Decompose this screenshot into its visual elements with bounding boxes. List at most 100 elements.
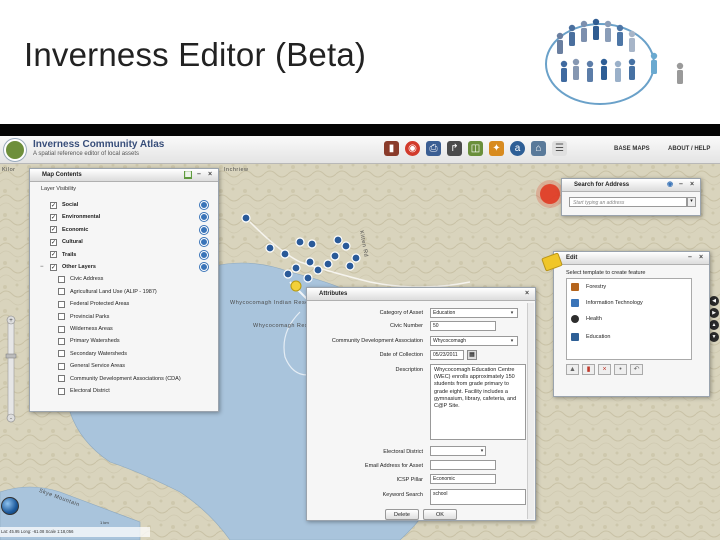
minimize-icon[interactable]: – (677, 181, 685, 189)
layer-legend-icon[interactable] (200, 201, 208, 209)
layer-row[interactable]: ✓ Environmental (50, 212, 100, 222)
layer-row[interactable]: Secondary Watersheds (58, 349, 127, 359)
pan-up-icon[interactable]: ▲ (709, 320, 719, 330)
description-field[interactable]: Whycocomagh Education Centre (WEC) enrol… (430, 364, 526, 440)
layer-checkbox[interactable] (58, 325, 65, 333)
undo-icon[interactable]: ↶ (630, 364, 643, 375)
layer-checkbox[interactable]: ✓ (50, 213, 57, 221)
layer-row[interactable]: − ✓ Other Layers (40, 262, 96, 272)
identify-icon[interactable]: ✦ (489, 141, 504, 156)
ok-button[interactable]: OK (423, 509, 457, 520)
layer-row[interactable]: Provincial Parks (58, 312, 109, 322)
template-item[interactable]: Forestry (571, 283, 606, 291)
map-marker-icon[interactable] (295, 237, 305, 247)
chevron-down-icon[interactable]: ▾ (508, 337, 516, 345)
layer-checkbox[interactable] (58, 350, 65, 358)
collapse-icon[interactable]: − (40, 264, 44, 270)
chevron-down-icon[interactable]: ▾ (508, 309, 516, 317)
template-item[interactable]: Health (571, 315, 602, 323)
target-icon[interactable]: ◉ (405, 141, 420, 156)
globe-icon[interactable] (1, 497, 19, 515)
basemap-icon[interactable]: ◫ (468, 141, 483, 156)
date-field[interactable]: 05/23/2011 (430, 350, 464, 360)
map-marker-icon[interactable] (341, 241, 351, 251)
layer-checkbox[interactable]: ✓ (50, 201, 57, 209)
printer-icon[interactable]: ⎙ (426, 141, 441, 156)
layer-checkbox[interactable] (58, 375, 65, 383)
layer-row[interactable]: ✓ Cultural (50, 237, 83, 247)
edit-marker[interactable] (290, 280, 302, 292)
measure-icon[interactable]: ↱ (447, 141, 462, 156)
layer-checkbox[interactable] (58, 300, 65, 308)
layer-row[interactable]: Federal Protected Areas (58, 299, 129, 309)
map-marker-icon[interactable] (265, 243, 275, 253)
minimize-icon[interactable]: – (686, 254, 694, 262)
layer-row[interactable]: Agricultural Land Use (ALIP - 1987) (58, 287, 157, 297)
layer-checkbox[interactable]: ✓ (50, 263, 57, 271)
bookmark-icon[interactable]: ▮ (384, 141, 399, 156)
base-maps-link[interactable]: BASE MAPS (614, 146, 650, 152)
keyword-field[interactable]: school (430, 489, 526, 505)
layer-row[interactable]: Community Development Associations (CDA) (58, 374, 181, 384)
select-icon[interactable]: ▲ (566, 364, 579, 375)
layer-checkbox[interactable] (58, 362, 65, 370)
map-marker-icon[interactable] (330, 251, 340, 261)
email-field[interactable] (430, 460, 496, 470)
layer-legend-icon[interactable] (200, 263, 208, 271)
close-icon[interactable]: × (697, 254, 705, 262)
map-marker-icon[interactable] (333, 235, 343, 245)
civic-field[interactable]: 50 (430, 321, 496, 331)
layers-icon[interactable]: ▦ (184, 171, 192, 179)
delete-icon[interactable]: × (598, 364, 611, 375)
map-marker-icon[interactable] (241, 213, 251, 223)
cda-field[interactable]: Whycocomagh (430, 336, 518, 346)
layer-row[interactable]: Primary Watersheds (58, 336, 120, 346)
layer-checkbox[interactable] (58, 275, 65, 283)
attributes-scrollbar[interactable] (527, 303, 534, 519)
layer-checkbox[interactable] (58, 313, 65, 321)
layer-row[interactable]: Civic Address (58, 274, 103, 284)
layer-checkbox[interactable]: ✓ (50, 226, 57, 234)
layer-row[interactable]: ✓ Social (50, 200, 78, 210)
map-marker-icon[interactable] (307, 239, 317, 249)
eraser-icon[interactable]: ▮ (582, 364, 595, 375)
layer-row[interactable]: Wilderness Areas (58, 324, 113, 334)
pan-right-icon[interactable]: ▶ (709, 308, 719, 318)
layer-checkbox[interactable]: ✓ (50, 238, 57, 246)
close-icon[interactable]: × (688, 181, 696, 189)
search-icon[interactable]: a (510, 141, 525, 156)
map-marker-icon[interactable] (283, 269, 293, 279)
category-field[interactable]: Education (430, 308, 518, 318)
layer-legend-icon[interactable] (200, 250, 208, 259)
zoom-slider[interactable]: + - (4, 314, 18, 424)
about-help-link[interactable]: ABOUT / HELP (668, 146, 710, 152)
search-input[interactable]: Start typing an address (569, 197, 687, 207)
app-logo-icon[interactable] (4, 139, 26, 161)
template-item[interactable]: Education (571, 333, 610, 341)
pan-left-icon[interactable]: ◀ (709, 296, 719, 306)
minimize-icon[interactable]: – (195, 171, 203, 179)
layer-row[interactable]: General Service Areas (58, 361, 125, 371)
layer-row[interactable]: Electoral District (58, 386, 110, 396)
home-icon[interactable]: ⌂ (531, 141, 546, 156)
map-marker-icon[interactable] (291, 263, 301, 273)
chevron-down-icon[interactable]: ▾ (478, 447, 486, 455)
map-marker-icon[interactable] (303, 273, 313, 283)
map-marker-icon[interactable] (313, 265, 323, 275)
layer-legend-icon[interactable] (200, 213, 208, 222)
layer-checkbox[interactable]: ✓ (50, 251, 57, 259)
map-marker-icon[interactable] (351, 253, 361, 263)
template-item[interactable]: Information Technology (571, 299, 643, 307)
calendar-icon[interactable]: ▦ (467, 350, 477, 360)
close-icon[interactable]: × (523, 290, 531, 298)
delete-button[interactable]: Delete (385, 509, 419, 520)
icsp-field[interactable]: Economic (430, 474, 496, 484)
map-marker-icon[interactable] (323, 259, 333, 269)
close-icon[interactable]: × (206, 171, 214, 179)
layer-checkbox[interactable] (58, 387, 65, 395)
layer-row[interactable]: ✓ Economic (50, 225, 88, 235)
map-marker-icon[interactable] (345, 261, 355, 271)
pan-down-icon[interactable]: ▼ (709, 332, 719, 342)
map-marker-icon[interactable] (305, 257, 315, 267)
layer-row[interactable]: ✓ Trails (50, 250, 76, 260)
